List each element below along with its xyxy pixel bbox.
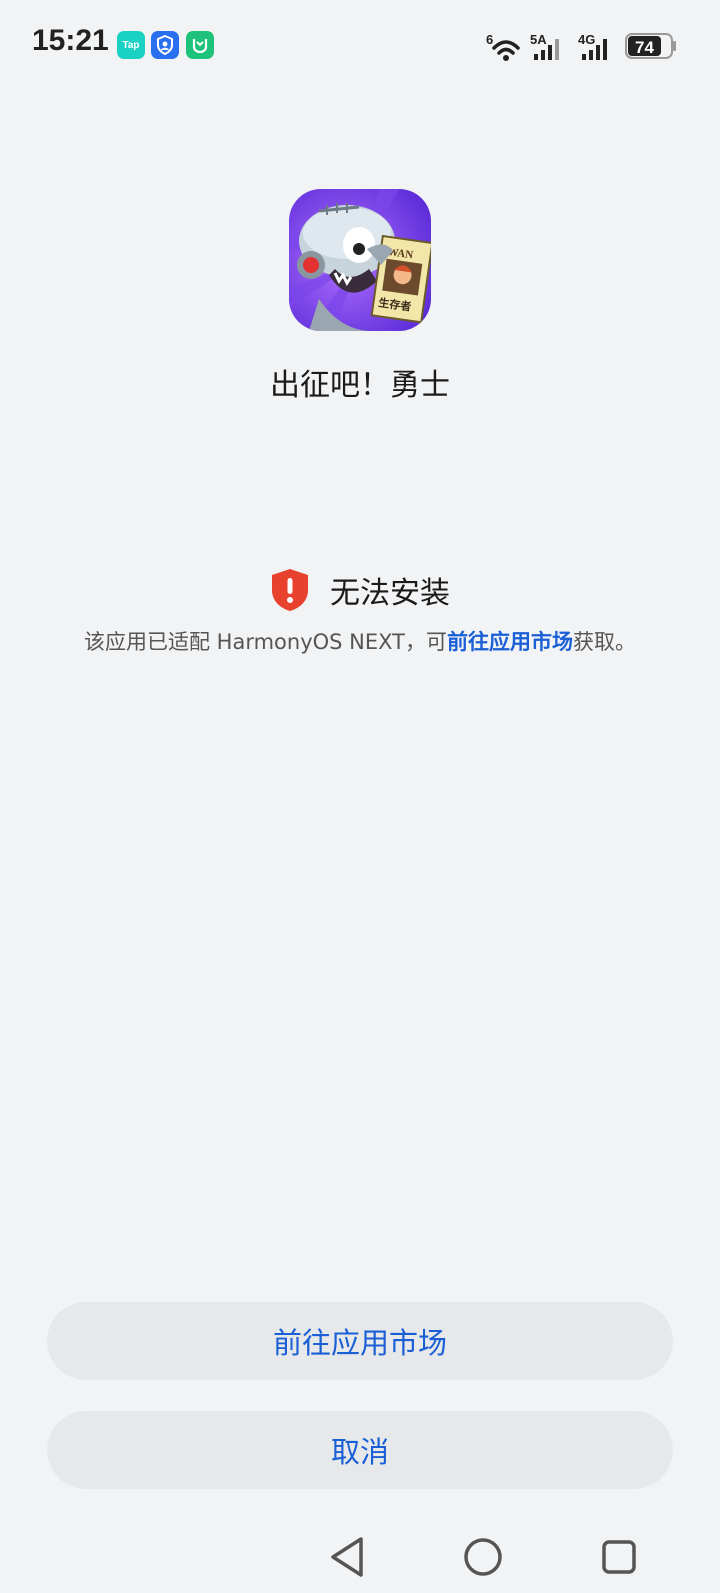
description-text: 该应用已适配 HarmonyOS NEXT，可: [84, 630, 447, 654]
svg-text:5A: 5A: [530, 32, 547, 47]
app-icon: WAN 生存者: [289, 189, 431, 331]
status-bar: 15:21 Tap 6 5A 4G 74: [0, 0, 720, 90]
wifi-icon: 6: [486, 32, 520, 61]
install-failed-header: 无法安装: [0, 568, 720, 612]
svg-text:4G: 4G: [578, 32, 595, 47]
recents-square-icon: [602, 1540, 636, 1574]
app-name: 出征吧！勇士: [270, 368, 450, 403]
mi-home-icon: [186, 31, 214, 59]
cellular-signal-icon: 5A: [530, 32, 559, 60]
home-button[interactable]: [458, 1532, 508, 1582]
svg-text:6: 6: [486, 32, 493, 47]
navigation-bar: [0, 1522, 720, 1593]
battery-icon: 74: [625, 33, 676, 59]
home-circle-icon: [464, 1538, 502, 1576]
cancel-button[interactable]: 取消: [47, 1411, 673, 1489]
go-to-app-market-link[interactable]: 前往应用市场: [447, 630, 573, 654]
recents-button[interactable]: [594, 1532, 644, 1582]
cellular-signal-icon: 4G: [578, 32, 607, 60]
install-failed-title: 无法安装: [330, 576, 450, 611]
shield-exclamation-icon: [272, 569, 308, 611]
go-to-app-market-button[interactable]: 前往应用市场: [47, 1302, 673, 1380]
taptap-icon: Tap: [117, 31, 145, 59]
system-status-icons: 6 5A 4G 74: [486, 32, 676, 61]
account-shield-icon: [151, 31, 179, 59]
status-time: 15:21: [32, 24, 109, 57]
install-failed-description: 该应用已适配 HarmonyOS NEXT，可前往应用市场获取。: [0, 626, 720, 656]
back-triangle-icon: [331, 1537, 363, 1577]
back-button[interactable]: [322, 1532, 372, 1582]
description-suffix: 获取。: [573, 630, 636, 654]
svg-text:74: 74: [635, 38, 654, 57]
